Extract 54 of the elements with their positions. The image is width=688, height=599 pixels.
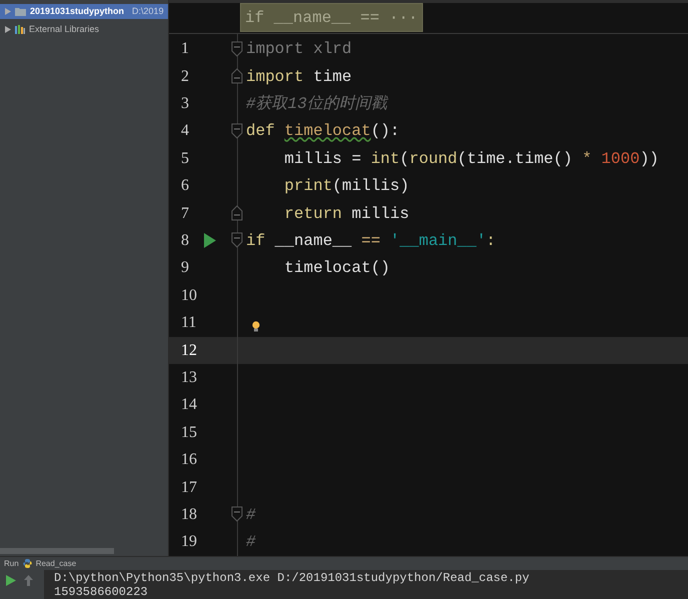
tree-item-label: External Libraries: [29, 22, 100, 36]
line-number: 8: [180, 231, 190, 251]
code-line: #: [246, 532, 256, 554]
library-icon: [15, 25, 25, 34]
tree-item[interactable]: 20191031studypython D:\2019: [0, 4, 168, 19]
line-number: 4: [180, 121, 190, 142]
line-number: 6: [180, 176, 190, 196]
tree-item[interactable]: External Libraries: [0, 22, 168, 37]
code-line: if __name__ == '__main__':: [246, 231, 496, 252]
line-number: 18: [180, 504, 198, 525]
code-line: #获取13位的时间戳: [246, 94, 387, 116]
expand-arrow-icon[interactable]: [5, 26, 11, 33]
code-line: import xlrd: [246, 39, 352, 60]
horizontal-scrollbar[interactable]: [0, 548, 114, 554]
line-number: 11: [180, 313, 198, 334]
code-line: print(millis): [283, 176, 410, 198]
line-number: 12: [180, 340, 198, 361]
fold-icon[interactable]: [231, 232, 243, 248]
code-line: import time: [246, 66, 352, 88]
line-number: 5: [180, 148, 190, 169]
code-line: millis = int(round(time.time() * 1000)): [283, 148, 659, 170]
breadcrumb[interactable]: if __name__ == ···: [240, 3, 423, 32]
run-tab-label[interactable]: Run: [4, 558, 19, 570]
code-line: #: [246, 504, 256, 526]
line-number: 16: [180, 450, 198, 470]
fold-icon[interactable]: [231, 40, 243, 57]
line-number: 1: [180, 39, 190, 60]
console-line: 1593586600223: [54, 585, 149, 599]
project-path: D:\2019: [132, 4, 164, 18]
line-number: 14: [180, 395, 198, 416]
line-number: 2: [180, 66, 190, 87]
run-icon[interactable]: [204, 233, 216, 248]
fold-icon[interactable]: [231, 122, 243, 139]
code-line: return millis: [283, 204, 410, 225]
line-number: 3: [180, 94, 190, 114]
run-config-name[interactable]: Read_case: [36, 558, 76, 570]
line-number: 17: [180, 478, 198, 498]
code-line: timelocat(): [283, 258, 390, 280]
run-icon[interactable]: [6, 575, 16, 586]
code-line: def timelocat():: [246, 121, 400, 142]
python-icon: [22, 559, 32, 568]
line-number: 7: [180, 204, 190, 224]
fold-icon[interactable]: [231, 204, 243, 221]
tree-item-label: 20191031studypython: [30, 4, 124, 18]
fold-icon[interactable]: [231, 68, 243, 84]
folder-icon: [15, 7, 26, 16]
line-number: 10: [180, 286, 198, 306]
fold-icon[interactable]: [231, 506, 243, 522]
line-number: 15: [180, 422, 198, 443]
line-number: 19: [180, 532, 198, 552]
console-line: D:\python\Python35\python3.exe D:/20191031studypython/Read_case.py: [54, 571, 530, 585]
line-number: 13: [180, 368, 198, 388]
lightbulb-icon[interactable]: [252, 321, 260, 332]
line-number: 9: [180, 258, 190, 278]
